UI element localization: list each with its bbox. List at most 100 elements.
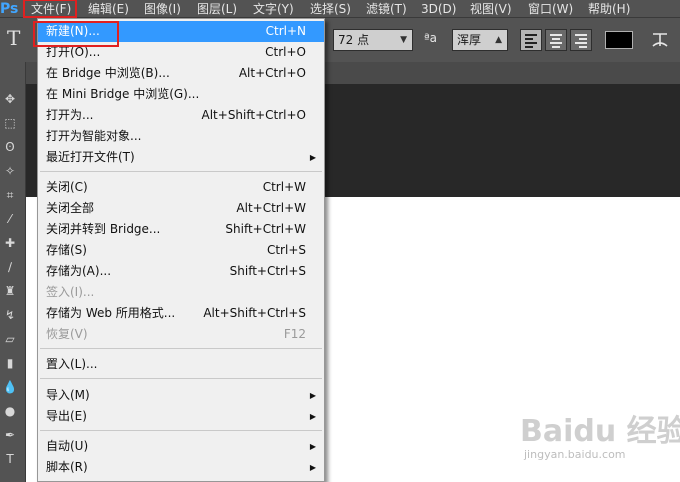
menu-item-label: 脚本(R) (46, 460, 88, 474)
menu-edit[interactable]: 编辑(E) (88, 0, 129, 18)
type-tool-icon[interactable]: T (0, 450, 20, 468)
menu-help[interactable]: 帮助(H) (588, 0, 630, 18)
menu-item-shortcut: Ctrl+O (265, 45, 306, 59)
menu-item-label: 存储(S) (46, 243, 87, 257)
lasso-tool-icon[interactable]: ʘ (0, 138, 20, 156)
watermark-logo: Baidu 经验 (520, 414, 680, 449)
submenu-arrow-icon: ▶ (309, 412, 316, 421)
menu-item-label: 关闭并转到 Bridge... (46, 222, 161, 236)
menu-separator (40, 430, 322, 431)
photoshop-logo: Ps (0, 1, 19, 17)
antialias-value: 浑厚 (457, 33, 482, 47)
warp-text-icon[interactable] (650, 29, 670, 51)
magic-wand-tool-icon[interactable]: ✧ (0, 162, 20, 180)
chevron-down-icon: ▼ (400, 35, 407, 45)
annotation-highlight-box (23, 0, 77, 18)
menu-item-label: 打开为智能对象... (46, 129, 142, 143)
menu-item-label: 打开为... (46, 108, 94, 122)
menu-item-shortcut: Alt+Ctrl+W (236, 201, 306, 215)
menu-item-automate[interactable]: 自动(U) ▶ (38, 436, 324, 457)
menu-item-shortcut: Ctrl+W (262, 180, 306, 194)
menu-item-label: 自动(U) (46, 439, 89, 453)
menu-item-recent-files[interactable]: 最近打开文件(T) ▶ (38, 147, 324, 168)
menu-item-label: 在 Mini Bridge 中浏览(G)... (46, 87, 200, 101)
menu-item-shortcut: Alt+Ctrl+O (238, 66, 306, 80)
gradient-tool-icon[interactable]: ▮ (0, 354, 20, 372)
align-right-button[interactable] (570, 29, 592, 51)
pen-tool-icon[interactable]: ✒ (0, 426, 20, 444)
menu-item-shortcut: F12 (283, 327, 306, 341)
font-size-value: 72 点 (338, 33, 370, 47)
menu-filter[interactable]: 滤镜(T) (366, 0, 407, 18)
menu-item-label: 存储为(A)... (46, 264, 112, 278)
menu-item-shortcut: Alt+Shift+Ctrl+O (201, 108, 306, 122)
align-center-button[interactable] (545, 29, 567, 51)
menu-item-label: 在 Bridge 中浏览(B)... (46, 66, 170, 80)
menu-item-open-as[interactable]: 打开为... Alt+Shift+Ctrl+O (38, 105, 324, 126)
text-color-swatch[interactable] (605, 31, 633, 49)
menu-item-open-smart-object[interactable]: 打开为智能对象... (38, 126, 324, 147)
type-tool-icon[interactable]: T (7, 26, 20, 50)
menu-item-check-in: 签入(I)... (38, 282, 324, 303)
menu-layer[interactable]: 图层(L) (197, 0, 237, 18)
antialias-select[interactable]: 浑厚 ▲ (452, 29, 508, 51)
submenu-arrow-icon: ▶ (309, 391, 316, 400)
history-brush-tool-icon[interactable]: ↯ (0, 306, 20, 324)
menu-item-save[interactable]: 存储(S) Ctrl+S (38, 240, 324, 261)
menu-item-place[interactable]: 置入(L)... (38, 354, 324, 375)
antialias-icon: ªa (424, 31, 438, 45)
menu-item-close-go-bridge[interactable]: 关闭并转到 Bridge... Shift+Ctrl+W (38, 219, 324, 240)
menu-item-label: 存储为 Web 所用格式... (46, 306, 176, 320)
menu-item-shortcut: Ctrl+S (266, 243, 306, 257)
file-menu-dropdown: 新建(N)... Ctrl+N 打开(O)... Ctrl+O 在 Bridge… (37, 18, 325, 482)
menu-item-label: 最近打开文件(T) (46, 150, 135, 164)
baidu-jingyan-watermark: Baidu 经验 jingyan.baidu.com (520, 400, 680, 470)
brush-tool-icon[interactable]: ∕ (0, 258, 20, 276)
menu-item-revert: 恢复(V) F12 (38, 324, 324, 345)
menu-item-shortcut: Shift+Ctrl+S (229, 264, 306, 278)
menu-item-label: 置入(L)... (46, 357, 98, 371)
watermark-url: jingyan.baidu.com (524, 448, 626, 461)
menu-item-shortcut: Shift+Ctrl+W (225, 222, 306, 236)
blur-tool-icon[interactable]: 💧 (0, 378, 20, 396)
menu-item-close[interactable]: 关闭(C) Ctrl+W (38, 177, 324, 198)
move-tool-icon[interactable]: ✥ (0, 90, 20, 108)
marquee-tool-icon[interactable]: ⬚ (0, 114, 20, 132)
menu-type[interactable]: 文字(Y) (253, 0, 294, 18)
annotation-highlight-box (33, 21, 119, 47)
menu-bar: Ps 文件(F) 编辑(E) 图像(I) 图层(L) 文字(Y) 选择(S) 滤… (0, 0, 680, 18)
menu-select[interactable]: 选择(S) (310, 0, 351, 18)
menu-separator (40, 378, 322, 379)
menu-item-save-as[interactable]: 存储为(A)... Shift+Ctrl+S (38, 261, 324, 282)
submenu-arrow-icon: ▶ (309, 463, 316, 472)
menu-separator (40, 348, 322, 349)
menu-item-label: 导入(M) (46, 388, 90, 402)
menu-image[interactable]: 图像(I) (144, 0, 181, 18)
dodge-tool-icon[interactable]: ● (0, 402, 20, 420)
menu-item-browse-mini-bridge[interactable]: 在 Mini Bridge 中浏览(G)... (38, 84, 324, 105)
menu-item-close-all[interactable]: 关闭全部 Alt+Ctrl+W (38, 198, 324, 219)
menu-window[interactable]: 窗口(W) (528, 0, 573, 18)
tools-panel: ✥ ⬚ ʘ ✧ ⌗ ⁄ ✚ ∕ ♜ ↯ ▱ ▮ 💧 ● ✒ T (0, 62, 26, 482)
menu-item-browse-bridge[interactable]: 在 Bridge 中浏览(B)... Alt+Ctrl+O (38, 63, 324, 84)
menu-item-import[interactable]: 导入(M) ▶ (38, 385, 324, 406)
font-size-select[interactable]: 72 点 ▼ (333, 29, 413, 51)
menu-item-label: 签入(I)... (46, 285, 95, 299)
healing-brush-tool-icon[interactable]: ✚ (0, 234, 20, 252)
submenu-arrow-icon: ▶ (309, 442, 316, 451)
crop-tool-icon[interactable]: ⌗ (0, 186, 20, 204)
menu-item-label: 关闭(C) (46, 180, 88, 194)
menu-3d[interactable]: 3D(D) (421, 0, 456, 18)
eraser-tool-icon[interactable]: ▱ (0, 330, 20, 348)
clone-stamp-tool-icon[interactable]: ♜ (0, 282, 20, 300)
align-left-button[interactable] (520, 29, 542, 51)
menu-item-scripts[interactable]: 脚本(R) ▶ (38, 457, 324, 478)
submenu-arrow-icon: ▶ (309, 153, 316, 162)
menu-view[interactable]: 视图(V) (470, 0, 512, 18)
menu-item-label: 导出(E) (46, 409, 87, 423)
menu-item-label: 恢复(V) (46, 327, 88, 341)
menu-item-save-for-web[interactable]: 存储为 Web 所用格式... Alt+Shift+Ctrl+S (38, 303, 324, 324)
menu-item-export[interactable]: 导出(E) ▶ (38, 406, 324, 427)
menu-separator (40, 171, 322, 172)
eyedropper-tool-icon[interactable]: ⁄ (0, 210, 20, 228)
